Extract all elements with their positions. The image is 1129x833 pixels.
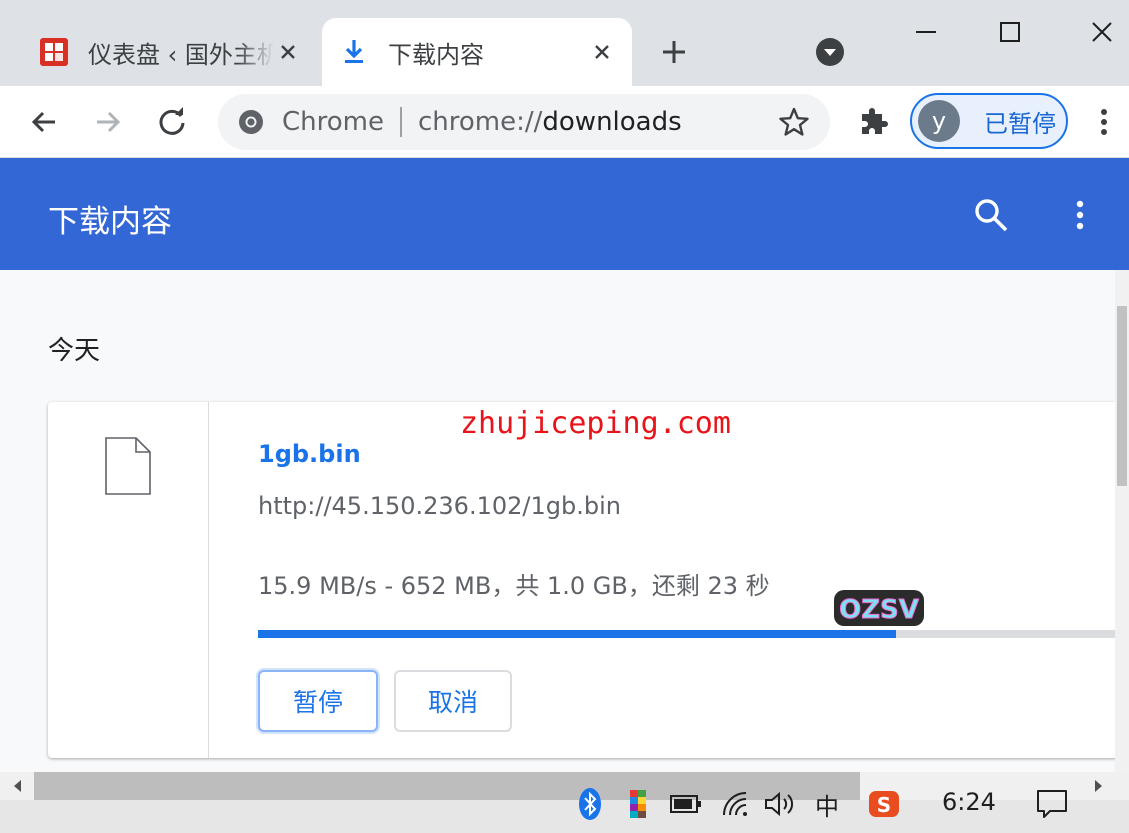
svg-text:OZSV: OZSV bbox=[839, 595, 919, 625]
file-name-link[interactable]: 1gb.bin bbox=[258, 440, 361, 468]
tab-title: 下载内容 bbox=[388, 40, 484, 69]
chrome-logo-icon bbox=[239, 110, 263, 134]
tab-downloads[interactable]: 下载内容 bbox=[322, 18, 632, 86]
minimize-icon[interactable] bbox=[908, 14, 944, 50]
watermark-text: zhujiceping.com bbox=[460, 406, 731, 441]
tab-dashboard[interactable]: 仪表盘 ‹ 国外主机 bbox=[22, 18, 318, 86]
vertical-scrollbar-thumb[interactable] bbox=[1117, 306, 1127, 486]
omnibox-divider bbox=[399, 107, 402, 137]
wifi-icon[interactable] bbox=[720, 786, 752, 822]
download-progress-bar bbox=[258, 630, 1128, 638]
url-scheme: chrome:// bbox=[417, 107, 543, 137]
date-section-label: 今天 bbox=[48, 336, 101, 366]
tab-strip: 仪表盘 ‹ 国外主机 下载内容 bbox=[0, 0, 1129, 86]
more-options-icon[interactable] bbox=[1064, 196, 1096, 234]
new-tab-icon[interactable] bbox=[658, 36, 690, 68]
extensions-puzzle-icon[interactable] bbox=[856, 104, 892, 140]
file-icon-column bbox=[48, 402, 209, 758]
volume-icon[interactable] bbox=[762, 786, 798, 822]
address-bar[interactable]: Chrome chrome://downloads bbox=[218, 94, 830, 150]
site-favicon-icon bbox=[40, 38, 68, 66]
download-status: 15.9 MB/s - 652 MB，共 1.0 GB，还剩 23 秒 bbox=[258, 572, 770, 600]
scroll-left-arrow-icon[interactable] bbox=[10, 778, 26, 794]
maximize-icon[interactable] bbox=[992, 14, 1028, 50]
url-host: downloads bbox=[542, 107, 682, 137]
url-text[interactable]: chrome://downloads bbox=[418, 107, 682, 137]
battery-icon[interactable] bbox=[668, 786, 704, 822]
profile-status: 已暂停 bbox=[984, 109, 1056, 138]
avatar: y bbox=[918, 100, 960, 142]
download-progress-fill bbox=[258, 630, 896, 638]
omnibox-chip: Chrome bbox=[282, 107, 384, 137]
window-close-icon[interactable] bbox=[1084, 14, 1120, 50]
sogou-ime-icon[interactable]: S bbox=[866, 786, 902, 822]
download-item-card: zhujiceping.com 1gb.bin http://45.150.23… bbox=[48, 402, 1128, 758]
download-icon bbox=[345, 40, 363, 63]
pause-button[interactable]: 暂停 bbox=[258, 670, 378, 732]
file-source-url[interactable]: http://45.150.236.102/1gb.bin bbox=[258, 492, 621, 520]
back-arrow-icon[interactable] bbox=[26, 104, 62, 140]
scroll-right-arrow-icon[interactable] bbox=[1090, 778, 1106, 794]
tab-title: 仪表盘 ‹ 国外主机 bbox=[88, 40, 274, 69]
tab-search-icon[interactable] bbox=[814, 36, 846, 68]
notification-icon[interactable] bbox=[1034, 786, 1070, 822]
app-tray-icon[interactable] bbox=[624, 786, 652, 822]
bluetooth-icon[interactable] bbox=[576, 786, 604, 822]
downloads-page: 下载内容 今天 zhujiceping.com 1gb.bin http://4… bbox=[0, 158, 1129, 772]
reload-icon[interactable] bbox=[154, 104, 190, 140]
profile-button[interactable]: y 已暂停 bbox=[910, 93, 1068, 149]
cancel-button[interactable]: 取消 bbox=[394, 670, 512, 732]
page-header: 下载内容 bbox=[0, 158, 1129, 270]
page-title: 下载内容 bbox=[48, 204, 172, 240]
tab-close-icon[interactable] bbox=[588, 38, 616, 66]
input-method-label: 中 bbox=[815, 792, 839, 821]
bottom-strip: 中 S 6:24 bbox=[0, 772, 1129, 833]
forward-arrow-icon[interactable] bbox=[90, 104, 126, 140]
watermark-logo: OZSV bbox=[834, 590, 924, 626]
file-icon bbox=[105, 437, 151, 495]
input-method-indicator[interactable]: 中 bbox=[812, 786, 842, 822]
search-icon[interactable] bbox=[972, 196, 1010, 234]
svg-text:S: S bbox=[877, 793, 891, 817]
taskbar-clock[interactable]: 6:24 bbox=[942, 788, 996, 816]
tab-close-icon[interactable] bbox=[274, 38, 302, 66]
vertical-scrollbar[interactable] bbox=[1115, 270, 1129, 772]
browser-menu-icon[interactable] bbox=[1088, 104, 1120, 140]
bookmark-star-icon[interactable] bbox=[778, 106, 810, 138]
